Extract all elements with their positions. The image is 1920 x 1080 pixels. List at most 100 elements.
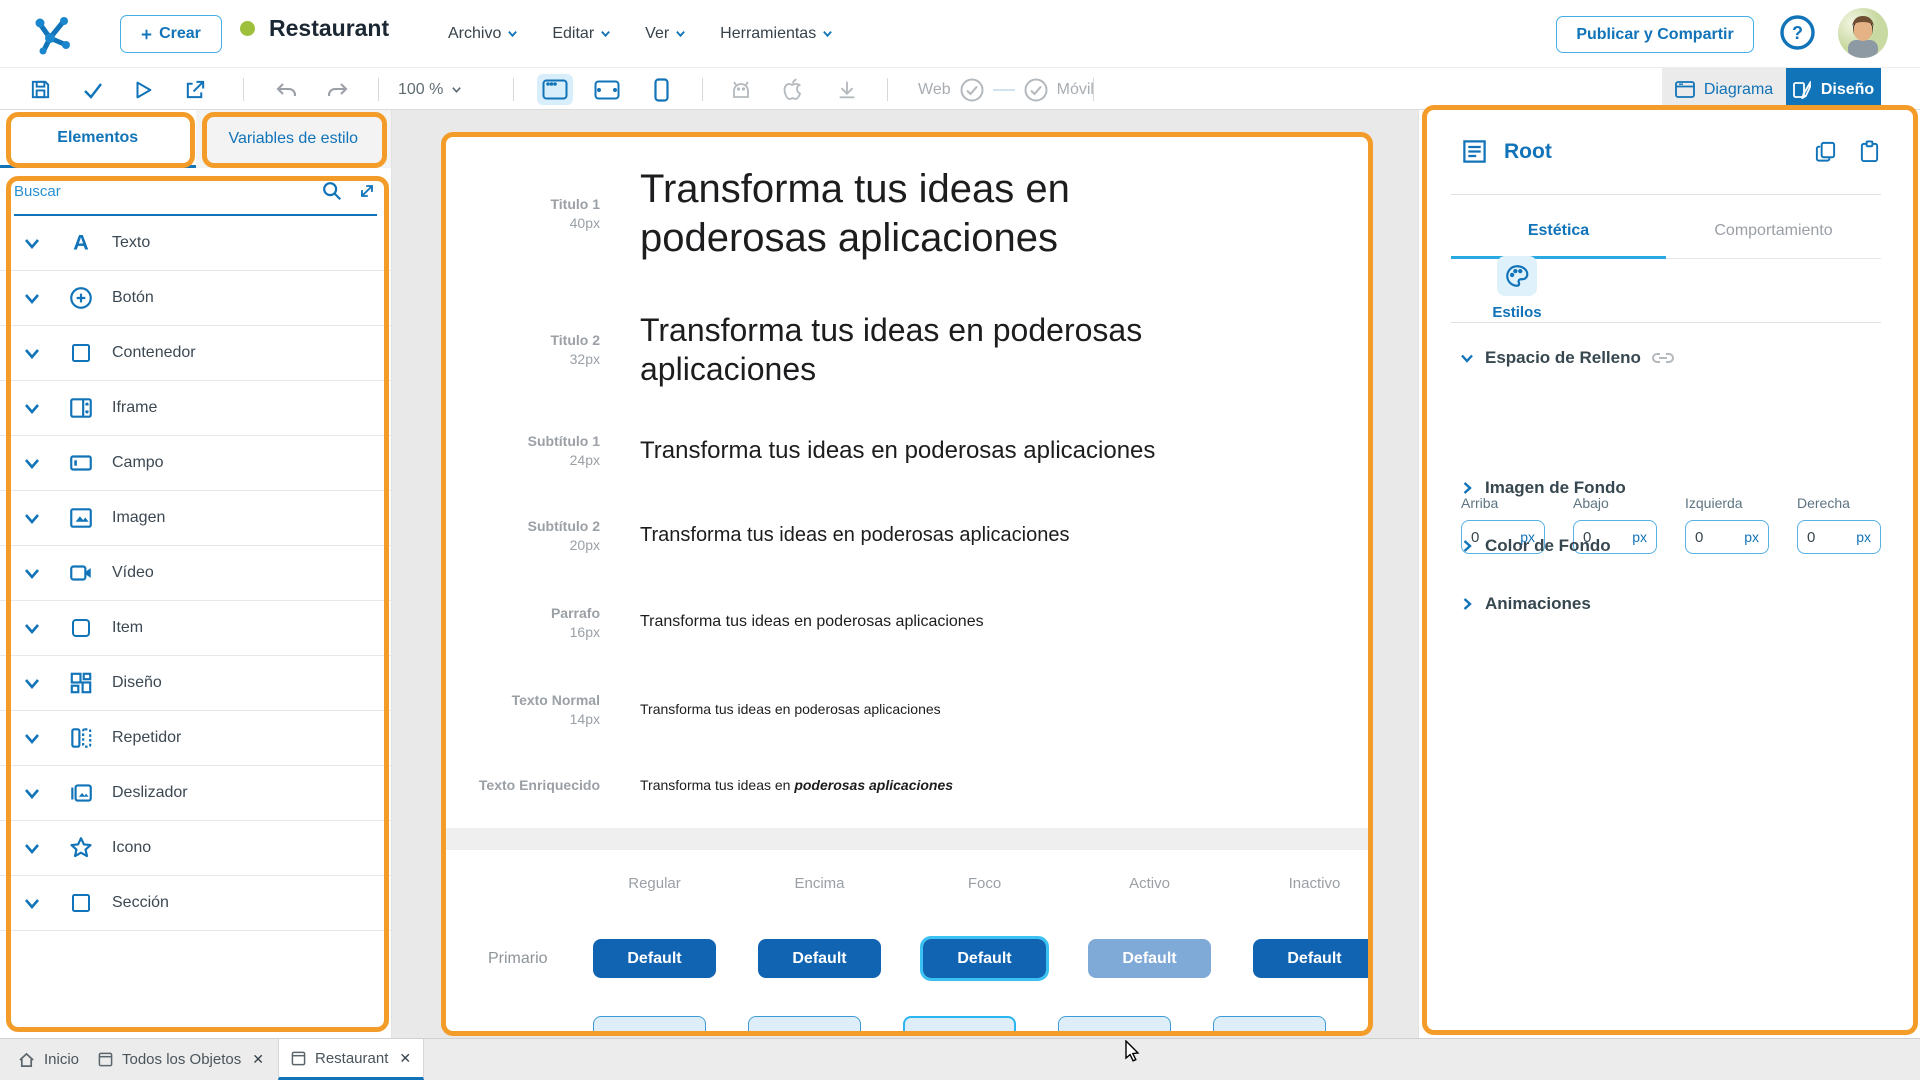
- state-column-inactivo: Inactivo: [1253, 875, 1368, 892]
- element-item-icono[interactable]: Icono: [0, 821, 391, 876]
- chevron-down-icon: [22, 453, 42, 473]
- zoom-control[interactable]: 100 %: [398, 68, 462, 111]
- padding-left-input[interactable]: [1695, 529, 1735, 546]
- element-item-imagen[interactable]: Imagen: [0, 491, 391, 546]
- create-button-label: Crear: [159, 25, 201, 43]
- primary-button-focus[interactable]: Default: [923, 939, 1046, 978]
- device-phone-icon[interactable]: [646, 68, 676, 111]
- device-desktop-icon[interactable]: [536, 68, 574, 111]
- copy-icon[interactable]: [1814, 140, 1837, 163]
- section-color-de-fondo[interactable]: Color de Fondo: [1459, 536, 1611, 556]
- expand-icon[interactable]: [357, 181, 377, 201]
- undo-icon[interactable]: [272, 68, 302, 111]
- validate-icon[interactable]: [79, 68, 107, 111]
- element-item-campo[interactable]: Campo: [0, 436, 391, 491]
- menu-ver[interactable]: Ver: [645, 25, 686, 43]
- element-item-boton[interactable]: Botón: [0, 271, 391, 326]
- tab-comportamiento[interactable]: Comportamiento: [1666, 210, 1881, 259]
- section-imagen-de-fondo[interactable]: Imagen de Fondo: [1459, 478, 1626, 498]
- web-check-icon[interactable]: [959, 77, 985, 103]
- typography-row-subtitulo2[interactable]: Subtítulo 220px Transforma tus ideas en …: [446, 518, 1368, 553]
- type-name: Texto Enriquecido: [446, 777, 600, 793]
- element-item-texto[interactable]: A Texto: [0, 216, 391, 271]
- menu-editar[interactable]: Editar: [552, 25, 611, 43]
- tab-variables-de-estilo[interactable]: Variables de estilo: [196, 110, 392, 168]
- tab-diseno[interactable]: Diseño: [1786, 68, 1881, 111]
- close-icon[interactable]: ✕: [252, 1051, 264, 1068]
- search-input[interactable]: [14, 183, 321, 200]
- typography-row-texto-normal[interactable]: Texto Normal14px Transforma tus ideas en…: [446, 692, 1368, 727]
- element-item-iframe[interactable]: Iframe: [0, 381, 391, 436]
- element-item-video[interactable]: Vídeo: [0, 546, 391, 601]
- layout-icon: [66, 670, 96, 696]
- tab-todos-los-objetos[interactable]: Todos los Objetos ✕: [86, 1039, 276, 1080]
- image-icon: [66, 505, 96, 531]
- styles-tile[interactable]: Estilos: [1487, 256, 1547, 321]
- search-icon[interactable]: [321, 180, 343, 202]
- tab-restaurant[interactable]: Restaurant ✕: [278, 1039, 424, 1080]
- element-item-contenedor[interactable]: Contenedor: [0, 326, 391, 381]
- element-item-repetidor[interactable]: Repetidor: [0, 711, 391, 766]
- design-icon: [1793, 81, 1812, 99]
- chevron-down-icon: [22, 893, 42, 913]
- primary-button-regular[interactable]: Default: [593, 939, 716, 978]
- element-item-diseno[interactable]: Diseño: [0, 656, 391, 711]
- menu-archivo[interactable]: Archivo: [448, 25, 518, 43]
- secondary-button[interactable]: [1213, 1016, 1326, 1031]
- section-animaciones[interactable]: Animaciones: [1459, 594, 1591, 614]
- project-status-dot: [240, 21, 255, 36]
- type-size: 14px: [446, 711, 600, 727]
- typography-row-subtitulo1[interactable]: Subtítulo 124px Transforma tus ideas en …: [446, 433, 1368, 468]
- video-icon: [66, 560, 96, 586]
- element-item-deslizador[interactable]: Deslizador: [0, 766, 391, 821]
- design-canvas[interactable]: Titulo 140px Transforma tus ideas en pod…: [446, 137, 1368, 1031]
- publish-share-button[interactable]: Publicar y Compartir: [1556, 16, 1754, 53]
- run-icon[interactable]: [129, 68, 157, 111]
- chevron-down-icon: [22, 728, 42, 748]
- user-avatar[interactable]: [1838, 8, 1888, 58]
- element-item-label: Deslizador: [112, 784, 188, 802]
- typography-row-texto-enriquecido[interactable]: Texto Enriquecido Transforma tus ideas e…: [446, 777, 1368, 794]
- element-item-label: Imagen: [112, 509, 165, 527]
- inspector-tabs: Estética Comportamiento: [1451, 210, 1881, 259]
- element-item-seccion[interactable]: Sección: [0, 876, 391, 931]
- tab-elementos[interactable]: Elementos: [0, 110, 196, 168]
- primary-button-active[interactable]: Default: [1088, 939, 1211, 978]
- typography-row-titulo2[interactable]: Titulo 232px Transforma tus ideas en pod…: [446, 311, 1368, 389]
- export-icon[interactable]: [181, 68, 209, 111]
- menu-herramientas[interactable]: Herramientas: [720, 25, 833, 43]
- tab-inicio[interactable]: Inicio: [6, 1039, 91, 1080]
- secondary-button[interactable]: [593, 1016, 706, 1031]
- close-icon[interactable]: ✕: [399, 1050, 411, 1067]
- paste-icon[interactable]: [1859, 140, 1880, 163]
- movil-label: Móvil: [1057, 81, 1094, 99]
- link-icon[interactable]: [1651, 350, 1675, 366]
- section-espacio-de-relleno[interactable]: Espacio de Relleno: [1459, 348, 1675, 368]
- type-name: Titulo 1: [446, 196, 600, 212]
- save-icon[interactable]: [26, 68, 54, 111]
- state-column-encima: Encima: [758, 875, 881, 892]
- chevron-down-icon: [822, 28, 833, 39]
- create-button[interactable]: Crear: [120, 15, 222, 53]
- typography-row-parrafo[interactable]: Parrafo16px Transforma tus ideas en pode…: [446, 605, 1368, 640]
- primary-button-inactive[interactable]: Default: [1253, 939, 1368, 978]
- redo-icon[interactable]: [322, 68, 352, 111]
- app-logo-icon[interactable]: [30, 12, 74, 56]
- secondary-button[interactable]: [748, 1016, 861, 1031]
- padding-right-input[interactable]: [1807, 529, 1847, 546]
- tab-estetica[interactable]: Estética: [1451, 210, 1666, 259]
- secondary-button[interactable]: [1058, 1016, 1171, 1031]
- project-selector[interactable]: Restaurant: [240, 15, 389, 42]
- typography-row-titulo1[interactable]: Titulo 140px Transforma tus ideas en pod…: [446, 165, 1368, 263]
- tab-diagrama[interactable]: Diagrama: [1662, 68, 1786, 111]
- chevron-down-icon: [22, 783, 42, 803]
- element-item-item[interactable]: Item: [0, 601, 391, 656]
- primary-button-hover[interactable]: Default: [758, 939, 881, 978]
- page-icon: [98, 1052, 113, 1067]
- help-icon[interactable]: ?: [1779, 14, 1816, 51]
- secondary-button[interactable]: [903, 1016, 1016, 1031]
- mobile-check-icon[interactable]: [1023, 77, 1049, 103]
- menu-bar: Archivo Editar Ver Herramientas: [448, 0, 833, 67]
- device-tablet-icon[interactable]: [588, 68, 626, 111]
- canvas-workspace: Titulo 140px Transforma tus ideas en pod…: [392, 110, 1418, 1038]
